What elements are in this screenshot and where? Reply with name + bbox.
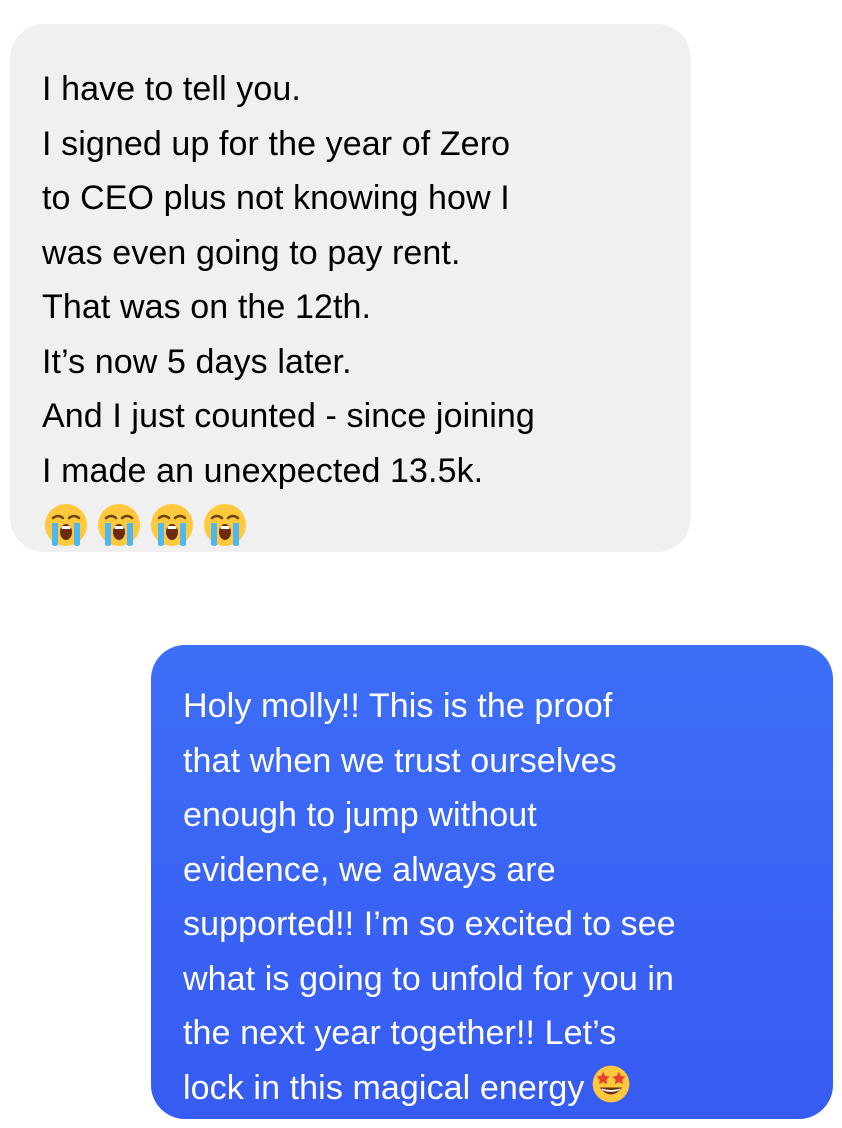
loudly-crying-face-icon (98, 504, 140, 546)
star-struck-face-icon (593, 1065, 630, 1102)
message-text-line: the next year together!! Let’s (183, 1014, 617, 1052)
message-text-line: I have to tell you. (42, 70, 301, 108)
message-text-line: what is going to unfold for you in (183, 959, 675, 998)
loudly-crying-face-icon (151, 504, 193, 546)
message-text-line: Holy molly!! This is the proof (183, 687, 613, 725)
message-text-line: It’s now 5 days later. (42, 342, 352, 381)
loudly-crying-face-icon (45, 504, 87, 546)
sent-message-bubble[interactable]: Holy molly!! This is the proof that when… (151, 645, 833, 1119)
message-thread: I have to tell you. I signed up for the … (0, 0, 842, 1128)
message-last-line: lock in this magical energy (183, 1061, 813, 1116)
message-text-line: And I just counted - since joining (42, 397, 535, 435)
received-message-bubble[interactable]: I have to tell you. I signed up for the … (10, 24, 691, 552)
message-text-line: I made an unexpected 13.5k. (42, 451, 484, 490)
message-text-line: supported!! I’m so excited to see (183, 905, 676, 943)
message-text-line: evidence, we always are (183, 850, 556, 889)
message-text-line: that when we trust ourselves (183, 741, 617, 780)
message-text-line: to CEO plus not knowing how I (42, 179, 510, 217)
message-text-line: I signed up for the year of Zero (42, 124, 511, 163)
emoji-row (42, 501, 671, 549)
message-text-line: That was on the 12th. (42, 288, 372, 326)
loudly-crying-face-icon (204, 504, 246, 546)
message-text-line: was even going to pay rent. (42, 233, 461, 272)
message-text-line: lock in this magical energy (183, 1068, 585, 1107)
message-text-line: enough to jump without (183, 796, 537, 834)
